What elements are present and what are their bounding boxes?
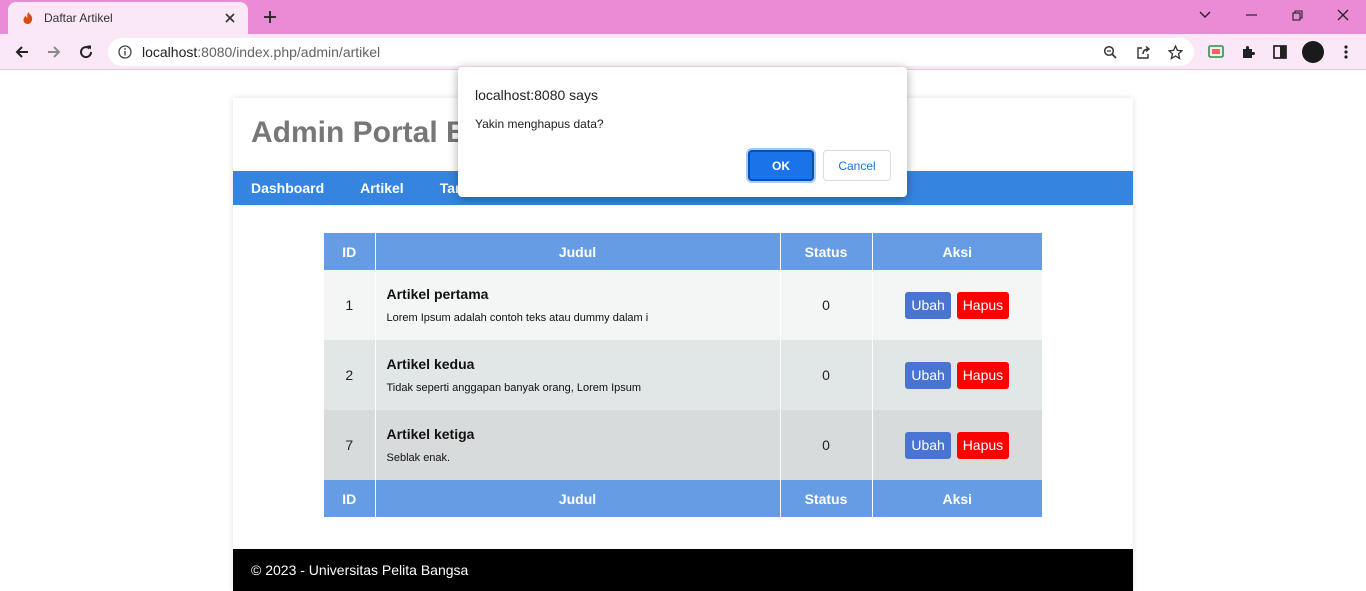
- zoom-icon[interactable]: [1102, 44, 1118, 60]
- cast-icon[interactable]: [1206, 42, 1226, 62]
- row-status: 0: [780, 340, 873, 410]
- row-id: 1: [324, 270, 376, 340]
- delete-button[interactable]: Hapus: [956, 361, 1010, 389]
- address-bar[interactable]: localhost:8080/index.php/admin/artikel: [108, 38, 1194, 66]
- footer-judul: Judul: [375, 480, 781, 517]
- side-panel-icon[interactable]: [1270, 42, 1290, 62]
- minimize-icon[interactable]: [1228, 0, 1274, 30]
- row-actions: Ubah Hapus: [872, 410, 1042, 480]
- site-footer: © 2023 - Universitas Pelita Bangsa: [233, 549, 1133, 591]
- article-excerpt: Seblak enak.: [386, 452, 451, 464]
- row-actions: Ubah Hapus: [872, 270, 1042, 340]
- tab-search-chevron-icon[interactable]: [1182, 0, 1228, 30]
- delete-button[interactable]: Hapus: [956, 431, 1010, 459]
- table-row: 1 Artikel pertama Lorem Ipsum adalah con…: [324, 270, 1042, 340]
- header-judul: Judul: [375, 233, 781, 270]
- restore-icon[interactable]: [1274, 0, 1320, 30]
- share-icon[interactable]: [1135, 44, 1151, 60]
- article-title: Artikel kedua: [386, 356, 475, 372]
- row-judul: Artikel kedua Tidak seperti anggapan ban…: [375, 340, 781, 410]
- article-title: Artikel pertama: [386, 286, 489, 302]
- footer-aksi: Aksi: [872, 480, 1042, 517]
- edit-button[interactable]: Ubah: [905, 431, 951, 459]
- article-excerpt: Tidak seperti anggapan banyak orang, Lor…: [386, 382, 642, 394]
- more-menu-icon[interactable]: [1336, 42, 1356, 62]
- forward-icon[interactable]: [40, 38, 68, 66]
- table-row: 7 Artikel ketiga Seblak enak. 0 Ubah Hap…: [324, 410, 1042, 480]
- codeigniter-flame-icon: [20, 10, 36, 26]
- bookmark-star-icon[interactable]: [1167, 44, 1183, 60]
- article-excerpt: Lorem Ipsum adalah contoh teks atau dumm…: [386, 312, 649, 324]
- confirm-dialog: localhost:8080 says Yakin menghapus data…: [458, 67, 907, 197]
- dialog-title: localhost:8080 says: [475, 87, 598, 103]
- profile-avatar[interactable]: [1301, 40, 1325, 64]
- row-status: 0: [780, 270, 873, 340]
- extensions-icon[interactable]: [1238, 42, 1258, 62]
- browser-titlebar: Daftar Artikel: [0, 0, 1366, 34]
- close-tab-icon[interactable]: [220, 8, 240, 28]
- delete-button[interactable]: Hapus: [956, 291, 1010, 319]
- footer-status: Status: [780, 480, 873, 517]
- row-id: 7: [324, 410, 376, 480]
- article-table: ID Judul Status Aksi 1 Artikel pertama L…: [324, 233, 1042, 517]
- close-window-icon[interactable]: [1320, 0, 1366, 30]
- new-tab-icon[interactable]: [258, 6, 282, 28]
- edit-button[interactable]: Ubah: [905, 291, 951, 319]
- table-row: 2 Artikel kedua Tidak seperti anggapan b…: [324, 340, 1042, 410]
- table-footer-row: ID Judul Status Aksi: [324, 480, 1042, 517]
- edit-button[interactable]: Ubah: [905, 361, 951, 389]
- row-judul: Artikel ketiga Seblak enak.: [375, 410, 781, 480]
- table-header-row: ID Judul Status Aksi: [324, 233, 1042, 270]
- ok-button[interactable]: OK: [748, 150, 814, 181]
- back-icon[interactable]: [8, 38, 36, 66]
- info-icon[interactable]: [117, 44, 133, 60]
- nav-dashboard[interactable]: Dashboard: [251, 180, 324, 196]
- tab-title: Daftar Artikel: [44, 11, 113, 25]
- header-aksi: Aksi: [872, 233, 1042, 270]
- row-actions: Ubah Hapus: [872, 340, 1042, 410]
- url-text[interactable]: localhost:8080/index.php/admin/artikel: [142, 44, 380, 60]
- browser-tab[interactable]: Daftar Artikel: [8, 2, 248, 34]
- header-id: ID: [324, 233, 376, 270]
- row-id: 2: [324, 340, 376, 410]
- nav-artikel[interactable]: Artikel: [360, 180, 404, 196]
- footer-id: ID: [324, 480, 376, 517]
- browser-toolbar: localhost:8080/index.php/admin/artikel: [0, 34, 1366, 70]
- footer-text: © 2023 - Universitas Pelita Bangsa: [251, 562, 469, 578]
- reload-icon[interactable]: [72, 38, 100, 66]
- row-judul: Artikel pertama Lorem Ipsum adalah conto…: [375, 270, 781, 340]
- dialog-message: Yakin menghapus data?: [475, 117, 604, 131]
- row-status: 0: [780, 410, 873, 480]
- header-status: Status: [780, 233, 873, 270]
- cancel-button[interactable]: Cancel: [823, 150, 891, 181]
- article-title: Artikel ketiga: [386, 426, 475, 442]
